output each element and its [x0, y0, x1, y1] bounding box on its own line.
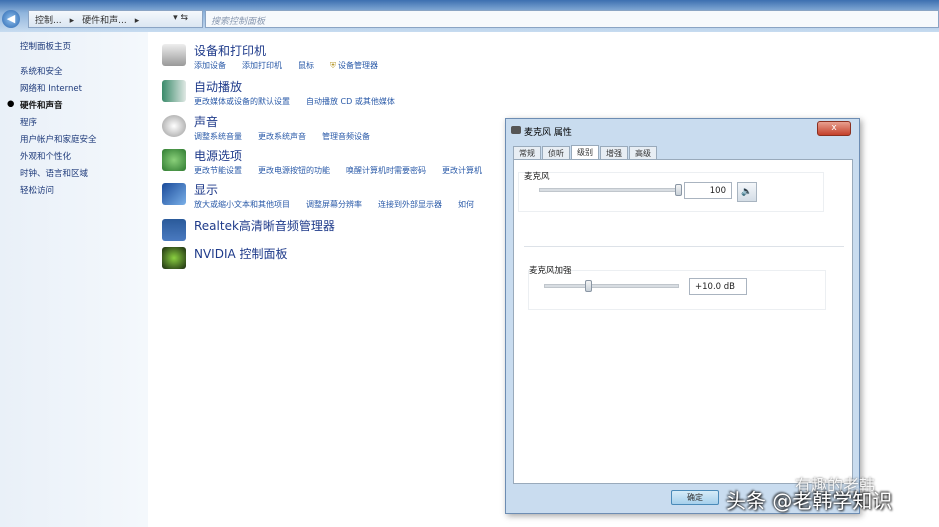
microphone-value[interactable]: 100 [684, 182, 732, 199]
realtek-icon [162, 219, 186, 241]
sidebar-item[interactable]: 系统和安全 [20, 65, 63, 77]
category-title[interactable]: NVIDIA 控制面板 [194, 245, 288, 262]
boost-group [528, 270, 826, 310]
printer-icon [162, 44, 186, 66]
category-title[interactable]: 自动播放 [194, 78, 242, 95]
link[interactable]: 更改系统声音 [258, 132, 306, 141]
shield-icon: ⛨ [330, 61, 336, 70]
microphone-label: 麦克风 [524, 172, 550, 182]
sidebar-item[interactable]: 轻松访问 [20, 184, 54, 196]
sidebar-item[interactable]: 时钟、语言和区域 [20, 167, 88, 179]
microphone-slider-thumb[interactable] [675, 184, 682, 196]
link[interactable]: 自动播放 CD 或其他媒体 [306, 97, 395, 106]
link[interactable]: 放大或缩小文本和其他项目 [194, 200, 290, 209]
address-bar[interactable]: 控制... ▸ 硬件和声... ▸ ▾ ⇆ [28, 10, 203, 28]
microphone-slider[interactable] [539, 188, 679, 192]
autoplay-icon [162, 80, 186, 102]
current-bullet: ● [7, 99, 15, 109]
breadcrumb-control-panel[interactable]: 控制... [35, 16, 62, 26]
microphone-icon [511, 126, 521, 134]
levels-pane: 麦克风 100 🔈 麦克风加强 +10.0 dB [513, 159, 853, 484]
sidebar-item[interactable]: 网络和 Internet [20, 82, 82, 94]
category-title[interactable]: 声音 [194, 113, 218, 130]
microphone-properties-dialog: 麦克风 属性 x 常规 侦听 级别 增强 高级 麦克风 100 🔈 麦克风加强 … [505, 118, 860, 514]
link[interactable]: 设备管理器 [338, 61, 378, 70]
tab-listen[interactable]: 侦听 [542, 146, 570, 160]
speaker-icon [162, 115, 186, 137]
link[interactable]: 如何 [458, 200, 474, 209]
ok-button[interactable]: 确定 [671, 490, 719, 505]
tab-advanced[interactable]: 高级 [629, 146, 657, 160]
link[interactable]: 添加设备 [194, 61, 226, 70]
category-title[interactable]: 电源选项 [194, 147, 242, 164]
sidebar-item[interactable]: 外观和个性化 [20, 150, 71, 162]
mute-speaker-icon[interactable]: 🔈 [737, 182, 757, 202]
dialog-title: 麦克风 属性 [524, 128, 572, 138]
boost-slider-thumb[interactable] [584, 280, 592, 292]
back-icon[interactable]: ◀ [2, 10, 20, 28]
breadcrumb-hardware-sound[interactable]: 硬件和声... [82, 16, 127, 26]
link[interactable]: 更改计算机 [442, 166, 482, 175]
sidebar-item-current[interactable]: 硬件和声音 [20, 99, 63, 111]
link[interactable]: 鼠标 [298, 61, 314, 70]
tab-levels[interactable]: 级别 [571, 145, 599, 159]
close-button[interactable]: x [817, 121, 851, 136]
boost-slider[interactable] [544, 284, 679, 288]
link[interactable]: 唤醒计算机时需要密码 [346, 166, 426, 175]
search-input[interactable]: 搜索控制面板 [205, 10, 939, 28]
category-title[interactable]: Realtek高清晰音频管理器 [194, 217, 335, 234]
tab-general[interactable]: 常规 [513, 146, 541, 160]
link[interactable]: 连接到外部显示器 [378, 200, 442, 209]
link[interactable]: 调整系统音量 [194, 132, 242, 141]
link[interactable]: 更改媒体或设备的默认设置 [194, 97, 290, 106]
divider [524, 246, 844, 247]
category-title[interactable]: 显示 [194, 181, 218, 198]
category-title[interactable]: 设备和打印机 [194, 42, 266, 59]
monitor-icon [162, 183, 186, 205]
microphone-group [518, 172, 824, 212]
link[interactable]: 管理音频设备 [322, 132, 370, 141]
link[interactable]: 调整屏幕分辨率 [306, 200, 362, 209]
tab-bar: 常规 侦听 级别 增强 高级 [513, 145, 658, 160]
boost-value[interactable]: +10.0 dB [689, 278, 747, 295]
link[interactable]: 添加打印机 [242, 61, 282, 70]
sidebar-item[interactable]: 用户帐户和家庭安全 [20, 133, 97, 145]
link[interactable]: 更改节能设置 [194, 166, 242, 175]
boost-label: 麦克风加强 [529, 266, 572, 276]
power-icon [162, 149, 186, 171]
sidebar-item[interactable]: 程序 [20, 116, 37, 128]
link[interactable]: 更改电源按钮的功能 [258, 166, 330, 175]
sidebar: 控制面板主页 系统和安全 网络和 Internet ● 硬件和声音 程序 用户帐… [0, 32, 148, 527]
watermark-line2: 头条 @老韩学知识 [726, 489, 893, 513]
window-header: ◀ 控制... ▸ 硬件和声... ▸ ▾ ⇆ 搜索控制面板 [0, 0, 939, 32]
tab-enhancements[interactable]: 增强 [600, 146, 628, 160]
nvidia-icon [162, 247, 186, 269]
sidebar-home[interactable]: 控制面板主页 [20, 40, 71, 52]
